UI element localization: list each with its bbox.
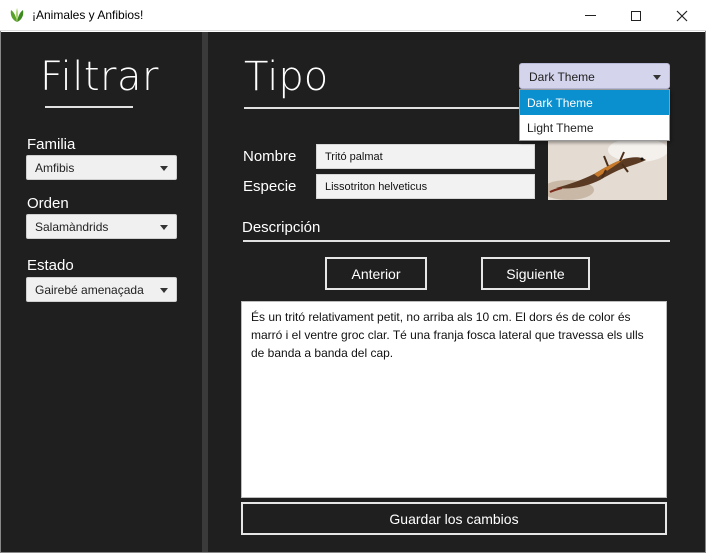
familia-value: Amfibis [35,161,75,175]
previous-button[interactable]: Anterior [325,257,427,290]
chevron-down-icon [160,288,168,293]
filter-title-underline [45,106,133,108]
description-label: Descripción [242,219,321,236]
nombre-field[interactable]: Tritó palmat [316,144,535,169]
panel-splitter[interactable] [202,32,208,552]
minimize-button[interactable] [567,0,613,31]
orden-label: Orden [27,195,69,212]
maximize-button[interactable] [613,0,659,31]
especie-field[interactable]: Lissotriton helveticus [316,174,535,199]
estado-label: Estado [27,257,74,274]
theme-combo[interactable]: Dark Theme [519,63,670,89]
minimize-icon [584,15,596,16]
main-window-content: Filtrar Familia Amfibis Orden Salamàndri… [1,32,705,552]
save-changes-button[interactable]: Guardar los cambios [241,502,667,535]
animal-photo [548,140,667,200]
familia-combo[interactable]: Amfibis [26,155,177,180]
description-underline [243,240,670,242]
theme-option-dark[interactable]: Dark Theme [520,90,669,115]
theme-selected-value: Dark Theme [529,70,595,84]
chevron-down-icon [653,75,661,80]
window-title: ¡Animales y Anfibios! [32,8,144,22]
estado-combo[interactable]: Gairebé amenaçada [26,277,177,302]
chevron-down-icon [160,166,168,171]
type-panel-title: Tipo [244,54,329,100]
orden-value: Salamàndrids [35,220,109,234]
next-button[interactable]: Siguiente [481,257,590,290]
familia-label: Familia [27,136,76,153]
close-icon [676,10,688,21]
chevron-down-icon [160,225,168,230]
app-leaf-icon [10,8,24,22]
close-button[interactable] [659,0,705,31]
maximize-icon [631,10,641,21]
newt-image [548,140,667,200]
estado-value: Gairebé amenaçada [35,283,144,297]
orden-combo[interactable]: Salamàndrids [26,214,177,239]
description-textbox[interactable]: És un tritó relativament petit, no arrib… [241,301,667,498]
nombre-label: Nombre [243,148,297,165]
filter-panel-title: Filtrar [40,54,159,100]
theme-option-light[interactable]: Light Theme [520,115,669,140]
especie-label: Especie [243,178,297,195]
title-bar: ¡Animales y Anfibios! [0,0,706,31]
theme-dropdown-list: Dark Theme Light Theme [519,89,670,141]
